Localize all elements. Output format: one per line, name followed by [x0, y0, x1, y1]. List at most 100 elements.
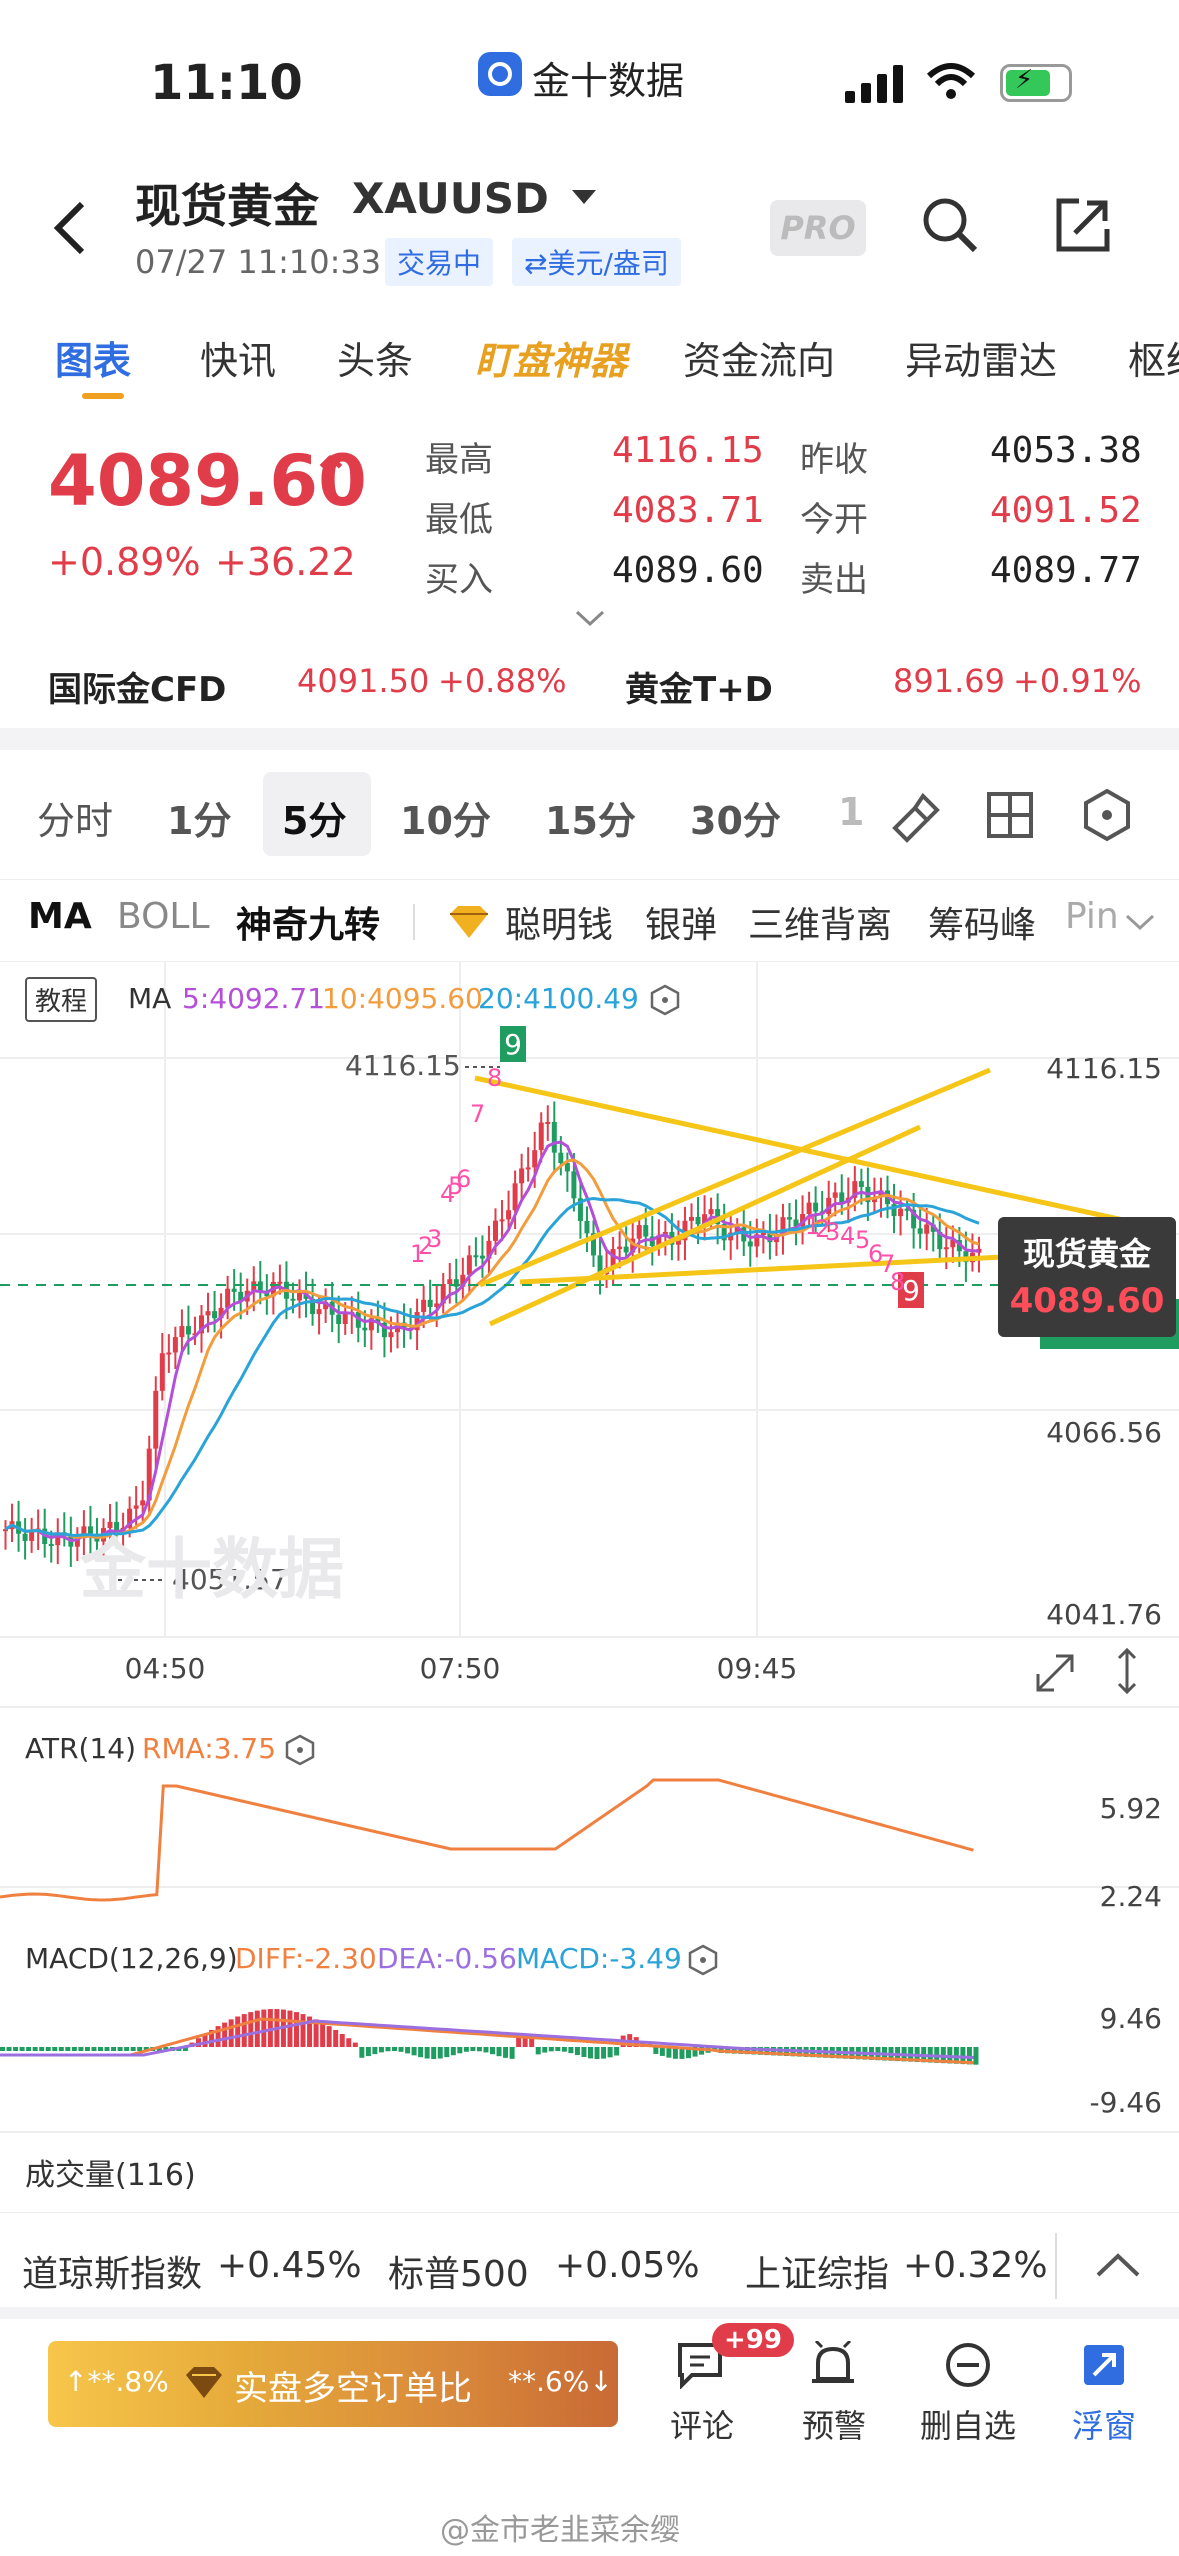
indicator-ma[interactable]: MA — [28, 896, 92, 937]
period-1m[interactable]: 1分 — [167, 790, 231, 845]
market-indices-bar[interactable]: 道琼斯指数 +0.45% 标普500 +0.05% 上证综指 +0.32% — [0, 2212, 1179, 2317]
cfd-label[interactable]: 国际金CFD — [48, 662, 226, 711]
candle-body — [251, 1281, 257, 1291]
remove-watchlist-icon[interactable] — [944, 2341, 992, 2389]
macd-bar — [483, 2047, 489, 2053]
candle-body — [499, 1219, 505, 1222]
macd-bar — [339, 2034, 345, 2047]
instrument-symbol[interactable]: XAUUSD — [352, 174, 549, 223]
candlestick-chart[interactable]: 04:27 现货黄金 4089.60 4116.15 4051.57 9 9 1… — [0, 962, 1179, 2212]
search-icon[interactable] — [920, 195, 980, 255]
candle-body — [447, 1279, 453, 1284]
macd-bar — [509, 2047, 515, 2059]
alert-label[interactable]: 预警 — [774, 2401, 894, 2447]
period-30m[interactable]: 30分 — [690, 790, 781, 845]
candle-body — [787, 1217, 792, 1220]
long-short-ratio-banner[interactable]: ↑**.8% 实盘多空订单比 **.6%↓ — [48, 2341, 618, 2427]
chart-area[interactable]: 04:27 现货黄金 4089.60 4116.15 4051.57 9 9 1… — [0, 962, 1179, 2212]
tutorial-button[interactable]: 教程 — [25, 977, 98, 1022]
clock: 11:10 — [150, 55, 303, 111]
macd-bar — [333, 2029, 339, 2047]
tab-pivot[interactable]: 枢纽 — [1128, 330, 1179, 385]
share-icon[interactable] — [1053, 195, 1113, 255]
candle-body — [813, 1202, 819, 1212]
pro-button[interactable]: PRO — [770, 200, 866, 256]
candle-body — [133, 1505, 139, 1509]
tab-anomaly-radar[interactable]: 异动雷达 — [905, 330, 1057, 385]
period-5m[interactable]: 5分 — [282, 790, 346, 845]
remove-watchlist-label[interactable]: 删自选 — [908, 2401, 1028, 2447]
macd-y-top: 9.46 — [1100, 2002, 1162, 2035]
candle-body — [172, 1337, 178, 1353]
tab-fund-flow[interactable]: 资金流向 — [683, 330, 835, 385]
quote-header: 现货黄金 XAUUSD 07/27 11:10:33 交易中 ⇄美元/盎司 PR… — [0, 150, 1179, 300]
macd-bar — [614, 2047, 620, 2056]
candle-body — [617, 1246, 623, 1250]
candle-body — [506, 1210, 512, 1220]
candle-body — [858, 1181, 864, 1187]
price-badge-value: 4089.60 — [1010, 1281, 1165, 1321]
seq-up-label: 6 — [456, 1165, 471, 1193]
macd-bar — [463, 2047, 469, 2052]
macd-bar — [372, 2047, 378, 2055]
period-10m[interactable]: 10分 — [400, 790, 491, 845]
tab-flash[interactable]: 快讯 — [200, 330, 276, 385]
macd-bar — [496, 2047, 502, 2057]
currency-badge[interactable]: ⇄美元/盎司 — [512, 238, 681, 286]
td-value: 891.69 — [893, 662, 1005, 700]
macd-bar — [411, 2047, 417, 2056]
fullscreen-icon[interactable] — [1036, 1654, 1074, 1692]
chevron-up-icon[interactable] — [1095, 2251, 1141, 2279]
caret-down-icon[interactable] — [570, 188, 598, 208]
candle-body — [166, 1352, 172, 1355]
tab-watch-tool[interactable]: 盯盘神器 — [475, 330, 627, 385]
seq-up-label: 7 — [470, 1100, 485, 1128]
period-15m[interactable]: 15分 — [545, 790, 636, 845]
chevron-down-icon[interactable] — [1125, 914, 1155, 932]
tab-headlines[interactable]: 头条 — [337, 330, 413, 385]
indicator-pin[interactable]: Pin — [1065, 896, 1119, 937]
indicator-silver-bullet[interactable]: 银弹 — [645, 896, 717, 948]
indicator-smart-money[interactable]: 聪明钱 — [505, 896, 613, 948]
alert-bell-icon[interactable] — [808, 2341, 858, 2391]
settings-hexagon-icon[interactable] — [1082, 788, 1132, 842]
candle-body — [212, 1311, 218, 1319]
expand-chevron-icon[interactable] — [575, 610, 605, 628]
atr-settings-icon[interactable] — [285, 1734, 315, 1766]
layout-grid-icon[interactable] — [985, 790, 1035, 840]
candle-body — [747, 1241, 753, 1247]
seq-up-label: 8 — [487, 1064, 502, 1092]
watermark-text: 金十数据 — [79, 1531, 344, 1608]
high-mark-text: 4116.15 — [345, 1049, 461, 1082]
indicator-chip-peak[interactable]: 筹码峰 — [928, 896, 1036, 948]
candle-body — [695, 1216, 701, 1225]
macd-bar — [346, 2038, 352, 2047]
draw-tool-icon[interactable] — [885, 788, 945, 848]
tab-chart[interactable]: 图表 — [55, 330, 131, 385]
period-timeshare[interactable]: 分时 — [37, 790, 113, 845]
macd-bar — [418, 2047, 424, 2058]
period-more[interactable]: 1 — [838, 790, 864, 834]
battery-icon: ⚡ — [1000, 64, 1072, 102]
float-window-icon[interactable] — [1080, 2341, 1128, 2389]
macd-settings-icon[interactable] — [688, 1944, 718, 1976]
ma-settings-icon[interactable] — [650, 984, 680, 1016]
macd-bar — [228, 2019, 234, 2047]
atr-y-bottom: 2.24 — [1100, 1880, 1162, 1913]
candle-body — [760, 1232, 766, 1235]
float-window-label[interactable]: 浮窗 — [1044, 2401, 1164, 2447]
td-label[interactable]: 黄金T+D — [625, 662, 773, 711]
macd-bar — [437, 2047, 443, 2059]
quote-panel: 4089.60 ↑ +0.89% +36.22 最高 4116.15 昨收 40… — [0, 400, 1179, 730]
indicator-magic-nine[interactable]: 神奇九转 — [236, 896, 380, 948]
index-sp500-name: 标普500 — [388, 2254, 529, 2295]
candle-body — [48, 1544, 54, 1547]
index-dow-name: 道琼斯指数 — [22, 2254, 203, 2295]
candle-body — [493, 1220, 498, 1241]
back-icon[interactable] — [50, 200, 90, 256]
indicator-boll[interactable]: BOLL — [117, 896, 210, 937]
open-value: 4091.52 — [990, 490, 1142, 531]
indicator-3d-divergence[interactable]: 三维背离 — [748, 896, 892, 948]
vertical-scale-icon[interactable] — [1117, 1647, 1137, 1695]
comment-label[interactable]: 评论 — [642, 2401, 762, 2447]
